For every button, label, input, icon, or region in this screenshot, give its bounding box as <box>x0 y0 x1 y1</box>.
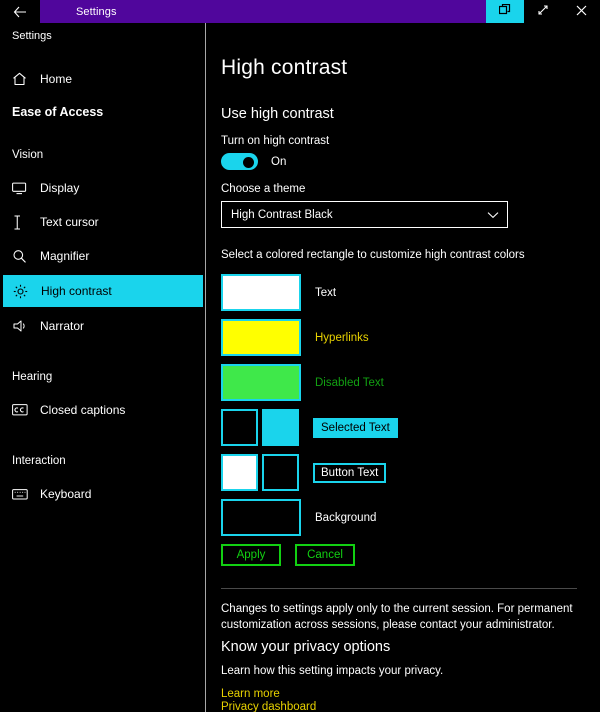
narrator-icon <box>12 317 34 335</box>
sidebar-item-label: Home <box>40 72 73 86</box>
sidebar-group-vision: Vision <box>12 149 44 161</box>
close-button[interactable] <box>562 0 600 23</box>
swatch-row-disabled-text: Disabled Text <box>221 364 582 401</box>
maximize-button[interactable] <box>524 0 562 23</box>
swatch-row-text: Text <box>221 274 582 311</box>
chevron-down-icon <box>487 211 499 219</box>
apply-button[interactable]: Apply <box>221 544 281 566</box>
sidebar-item-display[interactable]: Display <box>3 173 203 203</box>
section-title-use-high-contrast: Use high contrast <box>221 106 334 122</box>
sidebar-item-narrator[interactable]: Narrator <box>3 311 203 341</box>
swatch-selected-text-background[interactable] <box>262 409 299 446</box>
swatch-instruction: Select a colored rectangle to customize … <box>221 249 525 261</box>
swatch-label-hyperlinks: Hyperlinks <box>315 331 369 344</box>
session-note: Changes to settings apply only to the cu… <box>221 603 573 631</box>
swatch-label-button-text: Button Text <box>313 462 387 483</box>
window-title: Settings <box>76 5 117 18</box>
restore-window-icon <box>498 3 511 21</box>
home-icon <box>12 70 34 88</box>
title-bar-drag-region[interactable]: Settings <box>40 0 486 23</box>
sidebar-item-high-contrast[interactable]: High contrast <box>3 275 203 307</box>
sidebar-item-label: Closed captions <box>40 403 126 417</box>
swatch-row-button-text: Button Text <box>221 454 582 491</box>
sidebar-item-label: Display <box>40 181 80 195</box>
sidebar-heading-ease-of-access: Ease of Access <box>12 105 104 119</box>
color-swatch-list: Text Hyperlinks Disabled Text Selected T… <box>221 274 582 536</box>
swatch-background[interactable] <box>221 499 301 536</box>
display-icon <box>12 179 34 197</box>
toggle-label: Turn on high contrast <box>221 135 330 147</box>
swatch-hyperlinks[interactable] <box>221 319 301 356</box>
sidebar-item-label: Keyboard <box>40 487 92 501</box>
privacy-note: Learn how this setting impacts your priv… <box>221 665 444 678</box>
action-button-row: Apply Cancel <box>221 544 582 566</box>
expand-diagonal-icon <box>537 3 549 21</box>
privacy-section-title: Know your privacy options <box>221 639 391 656</box>
window-controls <box>486 0 600 23</box>
closed-captions-icon <box>12 401 34 419</box>
link-learn-more[interactable]: Learn more <box>221 688 582 700</box>
swatch-row-background: Background <box>221 499 582 536</box>
theme-dropdown[interactable]: High Contrast Black <box>221 201 508 228</box>
text-cursor-icon <box>12 213 34 231</box>
section-divider <box>221 588 577 589</box>
sidebar: Settings Home Ease of Access Vision Disp… <box>0 23 206 712</box>
main-content: High contrast Use high contrast Turn on … <box>207 23 600 712</box>
keyboard-icon <box>12 485 34 503</box>
privacy-links: Learn more Privacy dashboard Privacy sta… <box>221 688 582 712</box>
swatch-label-disabled-text: Disabled Text <box>315 376 384 389</box>
back-button[interactable] <box>0 0 40 23</box>
page-title: High contrast <box>221 56 348 79</box>
magnifier-icon <box>12 247 34 265</box>
toggle-state-label: On <box>271 155 287 168</box>
sidebar-item-closed-captions[interactable]: Closed captions <box>3 395 203 425</box>
title-bar: Settings <box>0 0 600 23</box>
sun-icon <box>13 282 35 300</box>
swatch-label-background: Background <box>315 511 377 524</box>
settings-window: Settings Settings Home Ease of Access Vi… <box>0 0 600 712</box>
high-contrast-toggle-row: On <box>221 153 582 170</box>
swatch-button-text-background[interactable] <box>262 454 299 491</box>
theme-label: Choose a theme <box>221 183 306 195</box>
sidebar-item-label: Magnifier <box>40 249 90 263</box>
sidebar-item-magnifier[interactable]: Magnifier <box>3 241 203 271</box>
sidebar-app-title: Settings <box>12 30 52 42</box>
swatch-label-text: Text <box>315 286 337 299</box>
sidebar-item-text-cursor[interactable]: Text cursor <box>3 207 203 237</box>
toggle-knob <box>243 157 254 168</box>
high-contrast-toggle[interactable] <box>221 153 258 170</box>
theme-dropdown-value: High Contrast Black <box>231 208 333 221</box>
swatch-row-hyperlinks: Hyperlinks <box>221 319 582 356</box>
sidebar-group-interaction: Interaction <box>12 455 66 467</box>
back-arrow-icon <box>13 6 27 18</box>
sidebar-group-hearing: Hearing <box>12 371 53 383</box>
swatch-disabled-text[interactable] <box>221 364 301 401</box>
close-icon <box>576 3 587 21</box>
swatch-button-text-foreground[interactable] <box>221 454 258 491</box>
cancel-button[interactable]: Cancel <box>295 544 355 566</box>
swatch-text[interactable] <box>221 274 301 311</box>
swatch-selected-text-foreground[interactable] <box>221 409 258 446</box>
sidebar-item-keyboard[interactable]: Keyboard <box>3 479 203 509</box>
sidebar-item-home[interactable]: Home <box>3 64 203 94</box>
swatch-label-selected-text: Selected Text <box>313 417 398 438</box>
restore-button[interactable] <box>486 0 524 23</box>
sidebar-item-label: Narrator <box>40 319 85 333</box>
sidebar-item-label: Text cursor <box>40 215 99 229</box>
sidebar-item-label: High contrast <box>41 284 112 298</box>
swatch-row-selected-text: Selected Text <box>221 409 582 446</box>
link-privacy-dashboard[interactable]: Privacy dashboard <box>221 701 582 712</box>
